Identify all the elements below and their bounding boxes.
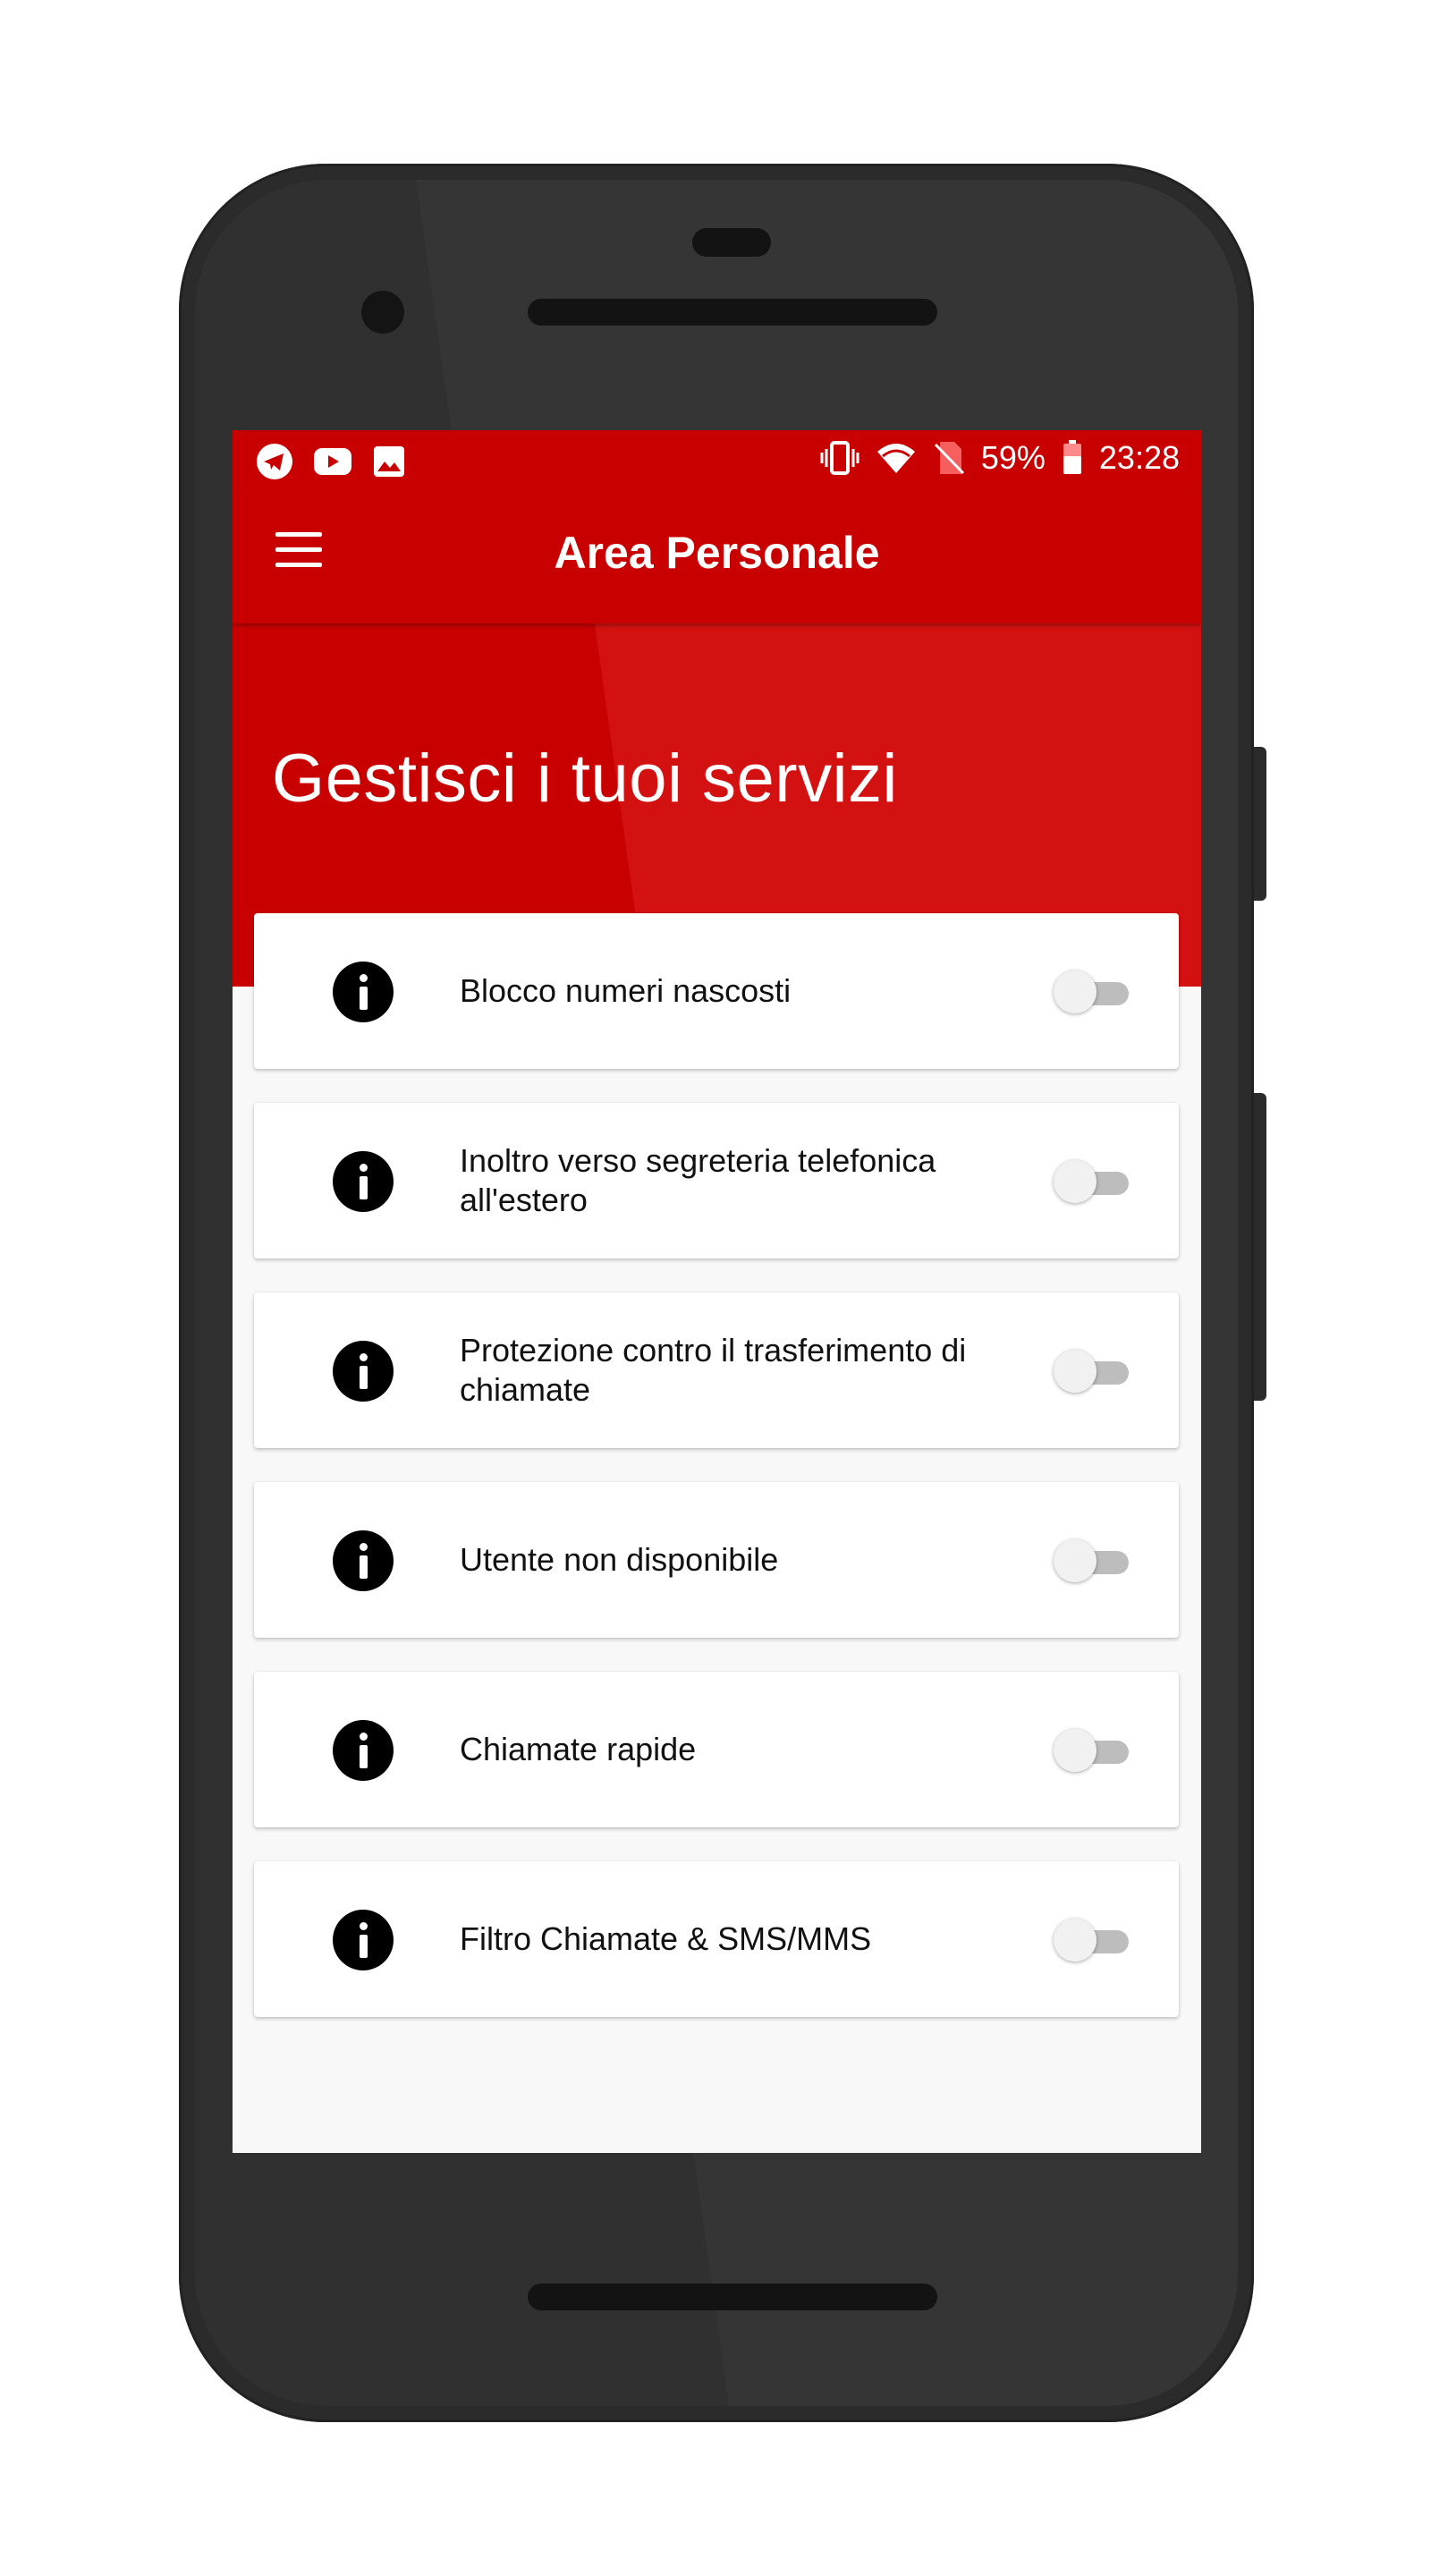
service-label: Filtro Chiamate & SMS/MMS bbox=[460, 1920, 872, 1957]
service-toggle[interactable] bbox=[1054, 970, 1130, 1013]
service-card: Protezione contro il trasferimento di ch… bbox=[254, 1292, 1179, 1448]
service-card: Blocco numeri nascosti bbox=[254, 913, 1179, 1069]
app-bar: Area Personale bbox=[233, 491, 1201, 623]
earpiece-speaker bbox=[528, 299, 937, 326]
service-card: Utente non disponibile bbox=[254, 1482, 1179, 1638]
front-camera bbox=[361, 291, 404, 334]
service-card: Inoltro verso segreteria telefonica all'… bbox=[254, 1103, 1179, 1258]
volume-button bbox=[1254, 1093, 1266, 1401]
clock: 23:28 bbox=[1098, 439, 1180, 476]
telegram-icon bbox=[257, 444, 292, 479]
service-toggle[interactable] bbox=[1054, 1919, 1130, 1962]
service-toggle[interactable] bbox=[1054, 1539, 1130, 1582]
page-title: Area Personale bbox=[554, 528, 880, 578]
bottom-speaker bbox=[528, 2284, 937, 2310]
youtube-icon bbox=[314, 448, 351, 475]
info-icon[interactable] bbox=[333, 1720, 394, 1781]
service-label: Blocco numeri nascosti bbox=[460, 972, 792, 1009]
vibrate-icon bbox=[820, 441, 859, 475]
top-sensor bbox=[692, 228, 771, 257]
service-card: Chiamate rapide bbox=[254, 1672, 1179, 1827]
services-list: Blocco numeri nascosti Inoltro verso segr… bbox=[254, 913, 1179, 2051]
service-toggle[interactable] bbox=[1054, 1729, 1130, 1772]
service-toggle[interactable] bbox=[1054, 1160, 1130, 1203]
status-bar: 59% 23:28 bbox=[233, 430, 1201, 491]
hero-title: Gestisci i tuoi servizi bbox=[272, 741, 898, 817]
app-screen: 59% 23:28 Area Personale Gestisci i tuoi… bbox=[233, 430, 1201, 2153]
gallery-icon bbox=[374, 446, 404, 477]
service-label: Utente non disponibile bbox=[460, 1541, 779, 1578]
info-icon[interactable] bbox=[333, 1151, 394, 1212]
info-icon[interactable] bbox=[333, 1910, 394, 1970]
service-card: Filtro Chiamate & SMS/MMS bbox=[254, 1861, 1179, 2017]
power-button bbox=[1254, 747, 1266, 901]
no-sim-icon bbox=[934, 442, 964, 475]
service-label: Chiamate rapide bbox=[460, 1731, 697, 1767]
service-label: Inoltro verso segreteria telefonica all'… bbox=[460, 1142, 936, 1218]
battery-icon bbox=[1063, 440, 1081, 474]
battery-percent: 59% bbox=[980, 439, 1046, 476]
info-icon[interactable] bbox=[333, 1341, 394, 1402]
info-icon[interactable] bbox=[333, 1530, 394, 1591]
service-label: Protezione contro il trasferimento di ch… bbox=[460, 1332, 967, 1408]
info-icon[interactable] bbox=[333, 962, 394, 1022]
wifi-icon bbox=[876, 444, 915, 473]
service-toggle[interactable] bbox=[1054, 1350, 1130, 1393]
